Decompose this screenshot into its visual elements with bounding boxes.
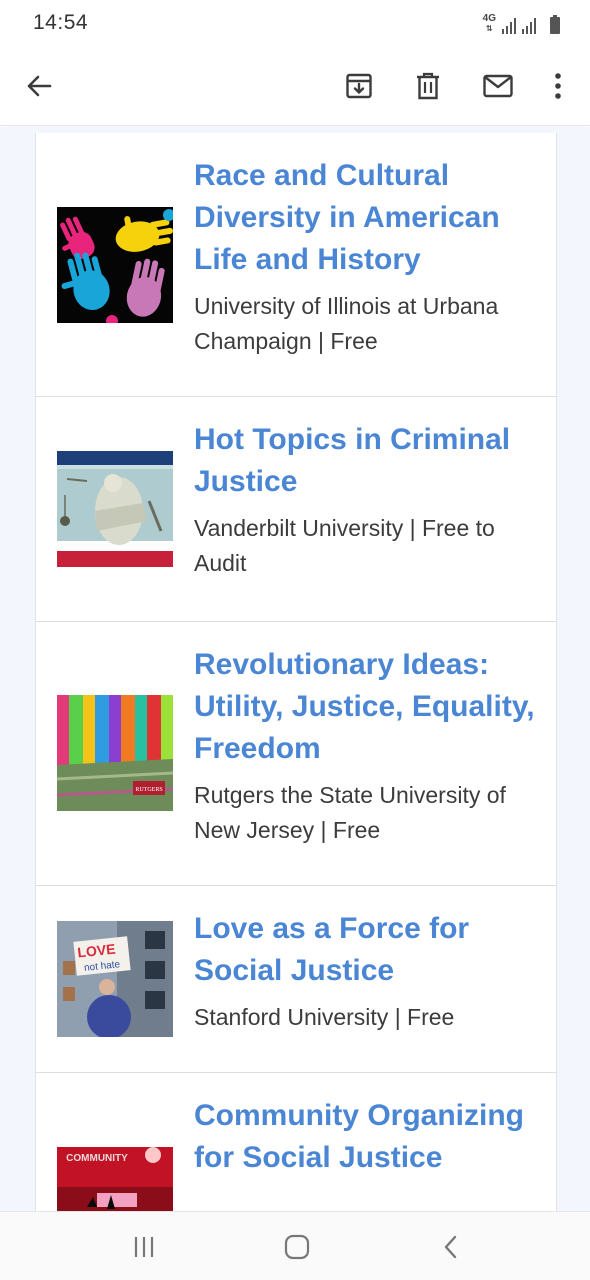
- network-type-icon: 4G ⇅: [482, 13, 496, 34]
- course-list: Race and Cultural Diversity in American …: [35, 133, 557, 1211]
- course-card[interactable]: LOVE not hate Love as a Force for Social…: [36, 886, 556, 1073]
- archive-icon: [346, 73, 372, 99]
- course-title-link[interactable]: Love as a Force for Social Justice: [194, 908, 538, 992]
- battery-icon: [550, 15, 560, 34]
- system-navigation-bar: [0, 1211, 590, 1280]
- nav-back-button[interactable]: [431, 1232, 471, 1262]
- course-title-link[interactable]: Hot Topics in Criminal Justice: [194, 419, 538, 503]
- more-options-button[interactable]: [538, 66, 578, 106]
- mail-icon: [483, 74, 513, 98]
- recent-apps-icon: [134, 1237, 154, 1257]
- status-time: 14:54: [33, 11, 89, 34]
- email-toolbar: [0, 46, 590, 126]
- mark-unread-button[interactable]: [478, 66, 518, 106]
- more-vert-icon: [555, 73, 561, 99]
- course-title-link[interactable]: Race and Cultural Diversity in American …: [194, 155, 538, 281]
- signal-strength-icon: [502, 18, 516, 34]
- course-card[interactable]: Hot Topics in Criminal Justice Vanderbil…: [36, 397, 556, 622]
- course-provider: Vanderbilt University | Free to Audit: [194, 515, 495, 576]
- course-card[interactable]: COMMUNITY Community Organizing for Socia…: [36, 1073, 556, 1211]
- home-icon: [284, 1234, 310, 1260]
- back-button[interactable]: [19, 66, 59, 106]
- course-title-link[interactable]: Revolutionary Ideas: Utility, Justice, E…: [194, 644, 538, 770]
- course-provider: Stanford University | Free: [194, 1004, 455, 1030]
- course-provider: University of Illinois at Urbana Champai…: [194, 293, 499, 354]
- status-icons: 4G ⇅: [483, 12, 560, 34]
- delete-button[interactable]: [408, 66, 448, 106]
- colorful-hands-image[interactable]: [57, 207, 173, 323]
- course-card[interactable]: RUTGERS Revolutionary Ideas: Utility, Ju…: [36, 622, 556, 886]
- community-banner-text: COMMUNITY: [66, 1153, 128, 1164]
- recent-apps-button[interactable]: [124, 1232, 164, 1262]
- email-body: Race and Cultural Diversity in American …: [0, 127, 590, 1211]
- signal-strength-icon-2: [522, 18, 536, 34]
- stained-glass-hall-image[interactable]: RUTGERS: [57, 695, 173, 811]
- lady-justice-statue-image[interactable]: [57, 451, 173, 567]
- archive-button[interactable]: [339, 66, 379, 106]
- back-chevron-icon: [444, 1235, 457, 1259]
- course-card[interactable]: Race and Cultural Diversity in American …: [36, 133, 556, 397]
- love-not-hate-sign-image[interactable]: LOVE not hate: [57, 921, 173, 1037]
- course-title-link[interactable]: Community Organizing for Social Justice: [194, 1095, 538, 1179]
- course-provider: Rutgers the State University of New Jers…: [194, 782, 506, 843]
- community-stage-image[interactable]: COMMUNITY: [57, 1147, 173, 1211]
- home-button[interactable]: [277, 1232, 317, 1262]
- status-bar: 14:54 4G ⇅: [0, 0, 590, 46]
- arrow-left-icon: [27, 75, 52, 97]
- rutgers-badge-text: RUTGERS: [135, 787, 162, 793]
- trash-icon: [417, 72, 439, 100]
